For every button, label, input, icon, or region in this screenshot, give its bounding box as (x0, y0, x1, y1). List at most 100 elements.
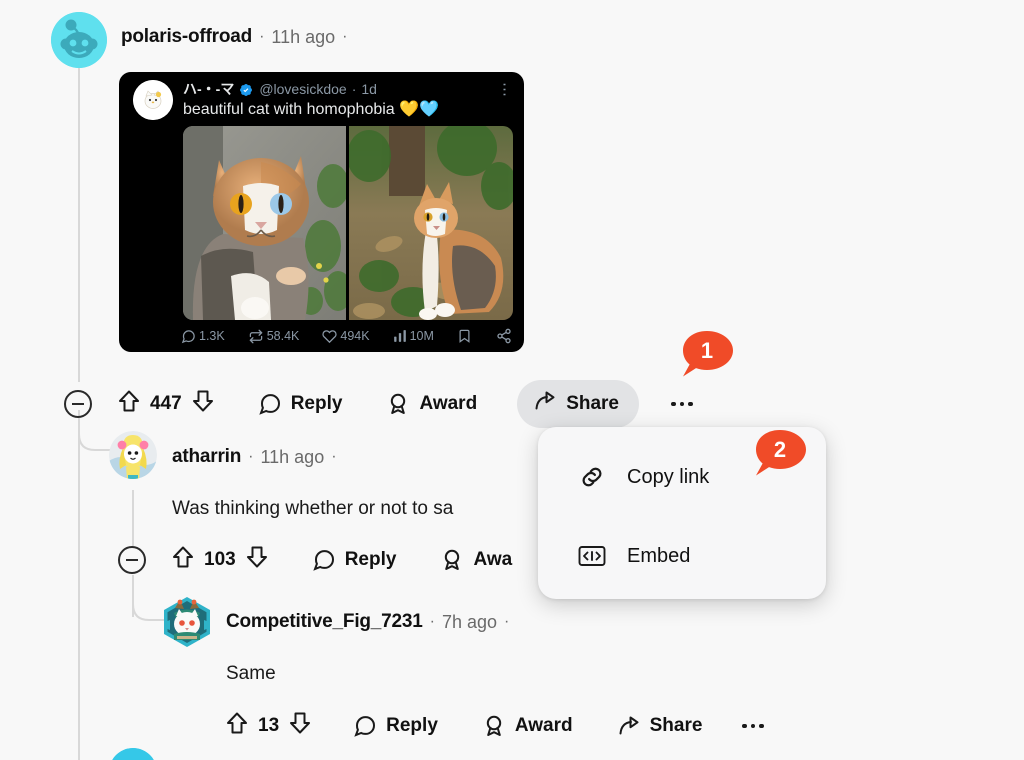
award-ribbon-icon (440, 548, 464, 572)
comment-2-share-label: Share (649, 715, 703, 736)
upvote-arrow-icon[interactable] (172, 545, 194, 575)
callout-badge-1-number: 1 (700, 337, 714, 363)
comment-2-author[interactable]: Competitive_Fig_7231 (226, 611, 423, 633)
downvote-arrow-icon[interactable] (289, 711, 311, 741)
avatar-atharrin[interactable] (109, 431, 157, 479)
post-vote-count: 447 (150, 393, 182, 414)
comment-2-share-button[interactable]: Share (617, 714, 703, 738)
tweet-bookmark-button[interactable] (457, 328, 472, 344)
comment-1-timestamp: 11h ago (260, 446, 325, 467)
comment-1-header: atharrin · 11h ago · (172, 446, 344, 468)
collapse-minus-icon (72, 403, 84, 405)
comment-2-more-options-button[interactable] (742, 723, 764, 729)
tweet-avatar (133, 80, 173, 120)
embedded-tweet-card[interactable]: ハ-・-マ @lovesickdoe · 1d beautiful cat wi… (119, 72, 524, 352)
post-vote-group: 447 (118, 389, 214, 419)
comment-1-separator-1: · (248, 448, 254, 465)
comment-2-separator-1: · (429, 613, 435, 630)
heart-icon (322, 329, 338, 344)
menu-item-embed[interactable]: Embed (578, 544, 690, 568)
more-dots-icon (742, 723, 747, 729)
tweet-display-name: ハ-・-マ (183, 81, 235, 97)
tweet-name-row: ハ-・-マ @lovesickdoe · 1d (183, 79, 377, 99)
more-dots-icon (671, 401, 676, 407)
post-more-options-button[interactable] (671, 401, 693, 407)
post-share-button[interactable]: Share (517, 380, 639, 428)
thread-line-level-2 (132, 490, 134, 546)
menu-item-copy-link[interactable]: Copy link (578, 463, 709, 491)
callout-badge-2-number: 2 (773, 436, 787, 462)
reply-bubble-icon (258, 392, 282, 416)
tweet-more-icon[interactable]: ⋯ (496, 82, 513, 98)
post-reply-label: Reply (290, 393, 343, 414)
views-bars-icon (393, 329, 407, 343)
tweet-stat-replies-value: 1.3K (199, 329, 225, 343)
comment-2-action-bar: 13 Reply Award Share (226, 711, 764, 741)
award-ribbon-icon (386, 392, 410, 416)
reply-bubble-icon (312, 548, 336, 572)
collapse-minus-icon (126, 559, 138, 561)
comment-2-award-button[interactable]: Award (482, 714, 573, 738)
tweet-stat-retweets[interactable]: 58.4K (248, 329, 300, 344)
avatar-competitive-fig-7231[interactable] (161, 596, 213, 648)
comment-1-award-button[interactable]: Awa (440, 548, 512, 572)
tweet-body-text: beautiful cat with homophobia 💛🩵 (183, 101, 439, 118)
comment-2-separator-2: · (504, 613, 510, 630)
tweet-stat-views-value: 10M (409, 329, 434, 343)
comment-1-action-bar: 103 Reply Awa (118, 545, 512, 575)
tweet-handle: @lovesickdoe (259, 81, 347, 97)
tweet-photo-right (349, 126, 513, 320)
downvote-arrow-icon[interactable] (246, 545, 268, 575)
retweet-icon (248, 329, 264, 344)
tweet-stat-retweets-value: 58.4K (266, 329, 300, 343)
post-award-label: Award (419, 393, 478, 414)
callout-badge-2: 2 (754, 430, 806, 476)
comment-1-reply-label: Reply (344, 549, 397, 570)
tweet-share-icon (496, 328, 512, 344)
reply-bubble-icon (353, 714, 377, 738)
post-header: polaris-offroad · 11h ago · (121, 26, 354, 48)
avatar-next-comment-partial[interactable] (109, 748, 157, 760)
upvote-arrow-icon[interactable] (226, 711, 248, 741)
post-award-button[interactable]: Award (386, 392, 477, 416)
reddit-comment-thread-page: polaris-offroad · 11h ago · ハ-・-マ @loves… (0, 0, 1024, 760)
post-meta-separator-1: · (259, 28, 265, 45)
tweet-stat-likes-value: 494K (340, 329, 370, 343)
comment-1-vote-group: 103 (172, 545, 268, 575)
comment-1-reply-button[interactable]: Reply (312, 548, 397, 572)
link-chain-icon (578, 463, 606, 491)
comment-2-vote-group: 13 (226, 711, 311, 741)
upvote-arrow-icon[interactable] (118, 389, 140, 419)
tweet-stat-views[interactable]: 10M (393, 329, 434, 343)
share-arrow-icon (617, 714, 641, 738)
tweet-stat-likes[interactable]: 494K (322, 329, 370, 344)
thread-line-root (78, 64, 80, 382)
comment-1-separator-2: · (331, 448, 337, 465)
comment-1-author[interactable]: atharrin (172, 446, 241, 468)
comment-2-reply-button[interactable]: Reply (353, 714, 438, 738)
tweet-share-button[interactable] (496, 328, 512, 344)
tweet-timestamp: 1d (361, 81, 377, 97)
reply-bubble-icon (181, 329, 196, 344)
post-author[interactable]: polaris-offroad (121, 26, 252, 48)
tweet-photo-left (183, 126, 346, 320)
downvote-arrow-icon[interactable] (192, 389, 214, 419)
tweet-stat-replies[interactable]: 1.3K (181, 329, 225, 344)
avatar-polaris-offroad[interactable] (51, 12, 107, 68)
comment-2-award-label: Award (514, 715, 573, 736)
award-ribbon-icon (482, 714, 506, 738)
post-reply-button[interactable]: Reply (258, 392, 343, 416)
post-action-bar: 447 Reply Award Share (64, 380, 693, 428)
comment-1-award-label: Awa (473, 549, 513, 570)
comment-1-vote-count: 103 (204, 549, 236, 570)
embed-code-icon (578, 544, 606, 568)
post-meta-separator-2: · (342, 28, 348, 45)
tweet-media-gallery[interactable] (183, 126, 513, 320)
verified-badge-icon (239, 83, 253, 97)
comment-2-vote-count: 13 (258, 715, 280, 736)
comment-1-collapse-button[interactable] (118, 546, 146, 574)
collapse-thread-button[interactable] (64, 390, 92, 418)
menu-item-copy-link-label: Copy link (627, 465, 710, 488)
bookmark-icon (457, 328, 472, 344)
post-timestamp: 11h ago (271, 26, 336, 47)
